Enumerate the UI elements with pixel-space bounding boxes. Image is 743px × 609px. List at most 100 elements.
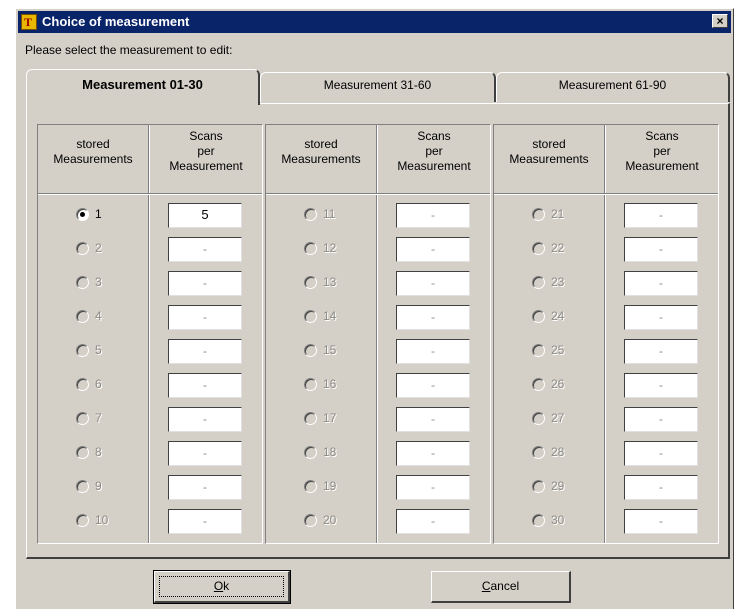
measurement-radio <box>532 242 545 255</box>
scans-per-measurement-field: - <box>396 407 470 432</box>
measurement-number-label: 18 <box>323 445 337 459</box>
app-icon: T <box>21 14 37 30</box>
measurement-row: 20 - <box>266 508 492 534</box>
measurement-row: 19 - <box>266 474 492 500</box>
scans-per-measurement-field[interactable]: 5 <box>168 203 242 228</box>
measurement-radio <box>304 446 317 459</box>
tab-measurement-61-90[interactable]: Measurement 61-90 <box>496 72 730 102</box>
measurement-radio <box>532 344 545 357</box>
tab-measurement-01-30[interactable]: Measurement 01-30 <box>26 69 260 105</box>
measurement-number-label: 17 <box>323 411 337 425</box>
measurement-row: 26 - <box>494 372 720 398</box>
measurement-number-label: 4 <box>95 309 102 323</box>
measurement-row: 29 - <box>494 474 720 500</box>
measurement-radio <box>532 378 545 391</box>
measurement-row: 22 - <box>494 236 720 262</box>
scans-per-measurement-field: - <box>624 475 698 500</box>
measurement-radio <box>304 276 317 289</box>
measurement-number-label: 16 <box>323 377 337 391</box>
tab-measurement-31-60[interactable]: Measurement 31-60 <box>260 72 496 102</box>
header-divider <box>38 193 262 195</box>
measurement-group: stored Measurements Scans per Measurement 11 -… <box>265 124 491 544</box>
scans-per-measurement-field: - <box>168 237 242 262</box>
ok-button[interactable]: Ok <box>153 570 291 604</box>
measurement-row: 15 <box>38 202 264 228</box>
measurement-radio <box>76 276 89 289</box>
measurement-radio <box>304 412 317 425</box>
scans-per-measurement-header: Scans per Measurement <box>169 129 243 173</box>
measurement-number-label: 5 <box>95 343 102 357</box>
measurement-group: stored Measurements Scans per Measurement 1 5 2… <box>37 124 263 544</box>
measurement-radio <box>532 208 545 221</box>
scans-per-measurement-header: Scans per Measurement <box>397 129 471 173</box>
close-icon[interactable]: × <box>712 14 728 28</box>
measurement-radio <box>532 446 545 459</box>
measurement-radio <box>76 412 89 425</box>
measurement-number-label[interactable]: 1 <box>95 207 102 221</box>
title-bar[interactable]: T Choice of measurement × <box>18 11 731 33</box>
measurement-group: stored Measurements Scans per Measurement 21 -… <box>493 124 719 544</box>
scans-per-measurement-field: - <box>396 441 470 466</box>
scans-per-measurement-header: Scans per Measurement <box>625 129 699 173</box>
measurement-row: 7- <box>38 406 264 432</box>
measurement-number-label: 30 <box>551 513 565 527</box>
measurement-number-label: 27 <box>551 411 565 425</box>
stored-measurements-header: stored Measurements <box>509 137 589 166</box>
measurement-row: 16 - <box>266 372 492 398</box>
measurement-row: 15 - <box>266 338 492 364</box>
measurement-row: 21 - <box>494 202 720 228</box>
measurement-row: 3- <box>38 270 264 296</box>
measurement-radio <box>532 310 545 323</box>
measurement-row: 10 - <box>38 508 264 534</box>
stored-measurements-header: stored Measurements <box>281 137 361 166</box>
measurement-number-label: 3 <box>95 275 102 289</box>
measurement-row: 14 - <box>266 304 492 330</box>
measurement-radio <box>304 480 317 493</box>
scans-per-measurement-field: - <box>168 475 242 500</box>
measurement-number-label: 11 <box>323 207 336 221</box>
measurement-number-label: 25 <box>551 343 565 357</box>
scans-per-measurement-field: - <box>168 509 242 534</box>
measurement-radio <box>532 514 545 527</box>
cancel-button[interactable]: Cancel <box>431 571 571 603</box>
measurement-row: 13 - <box>266 270 492 296</box>
scans-per-measurement-field: - <box>168 373 242 398</box>
scans-per-measurement-field: - <box>396 271 470 296</box>
scans-per-measurement-field: - <box>624 339 698 364</box>
cancel-button-label: Cancel <box>481 579 520 593</box>
measurement-radio <box>304 514 317 527</box>
measurement-radio <box>76 242 89 255</box>
measurement-radio <box>532 276 545 289</box>
measurement-number-label: 13 <box>323 275 337 289</box>
scans-per-measurement-field: - <box>396 373 470 398</box>
measurement-number-label: 24 <box>551 309 565 323</box>
measurement-row: 6- <box>38 372 264 398</box>
measurement-radio <box>304 378 317 391</box>
header-divider <box>266 193 490 195</box>
scans-per-measurement-field: - <box>624 407 698 432</box>
measurement-radio <box>304 208 317 221</box>
measurement-number-label: 2 <box>95 241 102 255</box>
scans-per-measurement-field: - <box>168 407 242 432</box>
measurement-number-label: 29 <box>551 479 565 493</box>
scans-per-measurement-field: - <box>624 373 698 398</box>
scans-per-measurement-field: - <box>624 441 698 466</box>
scans-per-measurement-field: - <box>396 203 470 228</box>
measurement-row: 5- <box>38 338 264 364</box>
measurement-radio <box>76 446 89 459</box>
measurement-row: 28 - <box>494 440 720 466</box>
measurement-radio[interactable] <box>76 208 89 221</box>
measurement-number-label: 26 <box>551 377 565 391</box>
measurement-row: 12 - <box>266 236 492 262</box>
measurement-number-label: 20 <box>323 513 337 527</box>
measurement-row: 17 - <box>266 406 492 432</box>
measurement-number-label: 6 <box>95 377 102 391</box>
scans-per-measurement-field: - <box>624 203 698 228</box>
dialog-window: T Choice of measurement × Please select … <box>15 8 734 609</box>
measurement-number-label: 9 <box>95 479 102 493</box>
scans-per-measurement-field: - <box>624 237 698 262</box>
measurement-radio <box>76 344 89 357</box>
measurement-number-label: 14 <box>323 309 337 323</box>
measurement-number-label: 15 <box>323 343 337 357</box>
measurement-number-label: 22 <box>551 241 565 255</box>
